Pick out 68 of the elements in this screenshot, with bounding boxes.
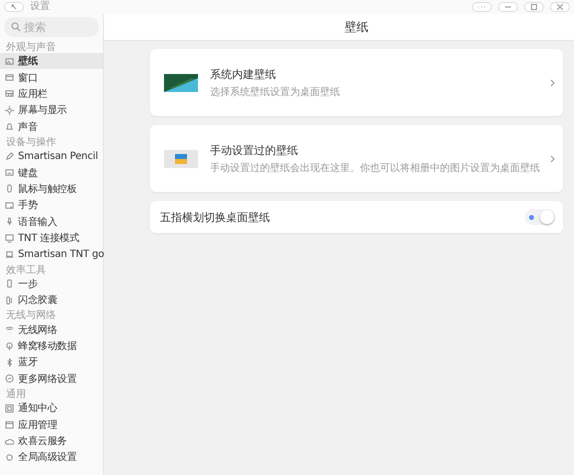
toggle-switch[interactable] xyxy=(525,209,555,225)
sidebar-item[interactable]: 屏幕与显示 xyxy=(0,102,103,119)
chevron-icon xyxy=(550,154,555,162)
bell-icon xyxy=(5,122,14,132)
cloud-icon xyxy=(5,436,14,446)
sidebar-item[interactable]: 手势 xyxy=(0,197,103,214)
maximize-icon xyxy=(531,4,537,10)
section-heading: 设备与操作 xyxy=(5,136,57,148)
arrow-icon xyxy=(10,4,18,10)
sidebar-item[interactable]: 应用栏 xyxy=(0,86,103,102)
window-icon xyxy=(5,73,14,82)
phone-icon xyxy=(5,279,14,288)
sidebar-item[interactable]: 欢喜云服务 xyxy=(0,432,103,450)
window-title: 设置 xyxy=(30,2,51,12)
wifi-icon xyxy=(5,325,14,334)
monitor-icon xyxy=(5,234,14,243)
sidebar-item[interactable]: 键盘 xyxy=(0,164,103,181)
card-description: 选择系统壁纸设置为桌面壁纸 xyxy=(210,86,341,98)
sun-icon xyxy=(5,106,14,115)
settings-card[interactable]: 手动设置过的壁纸 手动设置过的壁纸会出现在这里。你也可以将相册中的图片设置为桌面壁纸 xyxy=(150,125,563,192)
setting-label: 五指横划切换桌面壁纸 xyxy=(160,210,271,224)
sidebar-item[interactable]: Smartisan Pencil xyxy=(0,148,103,164)
chevron-icon xyxy=(550,78,555,86)
microphone-icon xyxy=(5,217,14,226)
minimize-button[interactable] xyxy=(498,2,518,12)
minimize-icon xyxy=(505,6,511,8)
back-button[interactable] xyxy=(4,2,24,12)
capsule-icon xyxy=(5,296,14,305)
sidebar-item[interactable]: 语音输入 xyxy=(0,214,103,230)
bluetooth-icon xyxy=(5,358,14,367)
search-icon xyxy=(11,22,21,32)
sidebar-item[interactable]: 蜂窝移动数据 xyxy=(0,338,103,354)
sidebar-item[interactable]: 全局高级设置 xyxy=(0,449,103,466)
screen-icon xyxy=(5,200,14,210)
settings-card[interactable]: 系统内建壁纸 选择系统壁纸设置为桌面壁纸 xyxy=(150,49,563,116)
mouse-icon xyxy=(5,184,14,194)
section-heading: 无线与网络 xyxy=(5,308,57,322)
card-description: 手动设置过的壁纸会出现在这里。你也可以将相册中的图片设置为桌面壁纸 xyxy=(210,162,540,174)
folder-icon xyxy=(5,420,14,430)
laptop-icon xyxy=(5,250,14,259)
sidebar-item[interactable]: 应用管理 xyxy=(0,416,103,433)
section-heading: 效率工具 xyxy=(5,264,47,276)
section-heading: 通用 xyxy=(5,388,27,400)
sidebar-item[interactable]: 窗口 xyxy=(0,69,103,86)
sidebar-item[interactable]: 更多网络设置 xyxy=(0,370,103,388)
maximize-button[interactable] xyxy=(524,2,544,12)
close-icon xyxy=(557,4,563,10)
sidebar-item[interactable]: 蓝牙 xyxy=(0,354,103,371)
image-icon xyxy=(5,56,14,66)
sidebar-item[interactable]: 一步 xyxy=(0,276,103,292)
sidebar-item[interactable]: 壁纸 xyxy=(0,53,103,70)
page-title: 壁纸 xyxy=(344,18,368,36)
sidebar-item[interactable]: 通知中心 xyxy=(0,400,103,416)
sidebar-item[interactable]: Smartisan TNT go xyxy=(0,246,103,263)
grid-icon xyxy=(5,89,14,98)
sidebar-item[interactable]: 鼠标与触控板 xyxy=(0,180,103,198)
close-button[interactable] xyxy=(550,2,570,12)
sidebar-item[interactable]: 闪念胶囊 xyxy=(0,292,103,308)
pencil-icon xyxy=(5,152,14,161)
card-title: 系统内建壁纸 xyxy=(210,66,277,82)
keyboard-icon xyxy=(5,168,14,178)
search-field[interactable]: 搜索 xyxy=(4,17,99,37)
sidebar-item[interactable]: 声音 xyxy=(0,118,103,135)
sidebar-item[interactable]: 无线网络 xyxy=(0,321,103,338)
sidebar-item[interactable]: TNT 连接模式 xyxy=(0,230,103,246)
card-title: 手动设置过的壁纸 xyxy=(210,142,299,158)
more-icon xyxy=(5,374,14,384)
section-heading: 外观与声音 xyxy=(5,40,57,53)
